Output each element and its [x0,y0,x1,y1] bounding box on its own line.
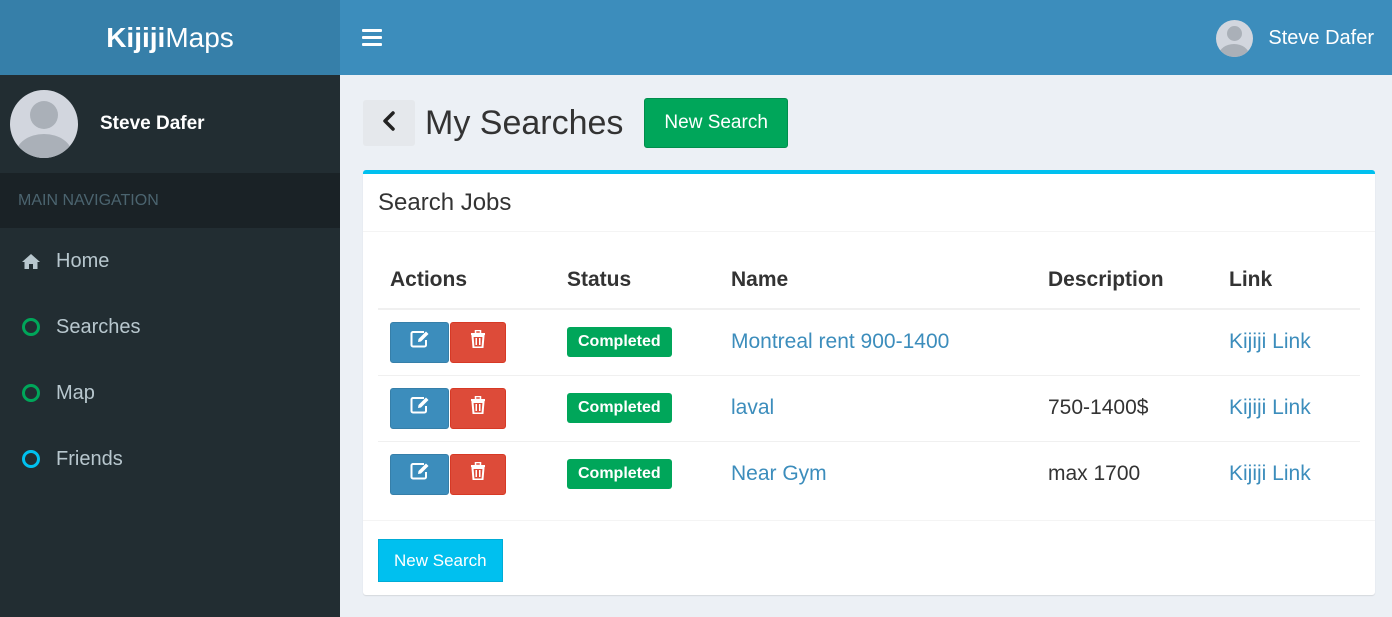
name-cell: laval [719,375,1036,442]
page-title: My Searches [425,103,624,142]
search-jobs-box: Search Jobs Actions Status Name Descript… [363,170,1375,595]
sidebar-user-name: Steve Dafer [100,113,205,134]
trash-icon [470,395,486,420]
top-navbar: Steve Dafer [340,0,1392,75]
new-search-button[interactable]: New Search [644,98,788,148]
actions-cell [378,375,555,442]
table-row: Completed Montreal rent 900-1400 Kijiji … [378,309,1360,376]
actions-cell [378,309,555,376]
column-header: Actions [378,252,555,310]
logo-bold-text: Kijiji [106,21,166,53]
search-name-link[interactable]: Near Gym [731,462,827,485]
status-cell: Completed [555,441,719,507]
kijiji-link[interactable]: Kijiji Link [1229,462,1311,485]
sidebar-item-map[interactable]: Map [0,360,340,426]
description-cell: 750-1400$ [1036,375,1217,442]
delete-button[interactable] [450,387,506,429]
user-panel: Steve Dafer [0,75,340,173]
link-cell: Kijiji Link [1217,375,1360,442]
name-cell: Near Gym [719,441,1036,507]
edit-button[interactable] [390,321,449,363]
sidebar-item-label: Map [56,381,95,404]
edit-icon [410,462,430,486]
avatar [10,90,78,158]
column-header: Name [719,252,1036,310]
search-jobs-table: Actions Status Name Description Link Com… [378,252,1360,507]
sidebar-item-label: Searches [56,315,141,338]
column-header: Status [555,252,719,310]
sidebar: Kijiji Maps Steve Dafer MAIN NAVIGATION H… [0,0,340,617]
sidebar-item-home[interactable]: Home [0,228,340,294]
edit-button[interactable] [390,453,449,495]
column-header: Description [1036,252,1217,310]
kijiji-link[interactable]: Kijiji Link [1229,396,1311,419]
link-cell: Kijiji Link [1217,309,1360,376]
edit-icon [410,396,430,420]
home-icon [20,253,42,270]
link-cell: Kijiji Link [1217,441,1360,507]
content-header: My Searches New Search [363,98,788,148]
status-badge: Completed [567,393,672,423]
edit-icon [410,330,430,354]
header-user-name: Steve Dafer [1268,27,1374,49]
circle-aqua-icon [20,450,42,468]
sidebar-item-searches[interactable]: Searches [0,294,340,360]
status-cell: Completed [555,375,719,442]
kijiji-link[interactable]: Kijiji Link [1229,330,1311,353]
chevron-left-icon [382,110,396,136]
delete-button[interactable] [450,453,506,495]
description-cell [1036,309,1217,376]
user-menu[interactable]: Steve Dafer [1216,20,1374,57]
sidebar-item-label: Friends [56,447,123,470]
back-button[interactable] [363,100,415,146]
circle-green-icon [20,318,42,336]
edit-button[interactable] [390,387,449,429]
circle-green-icon [20,384,42,402]
logo-light-text: Maps [165,21,234,53]
box-title: Search Jobs [363,174,1375,232]
table-header-row: Actions Status Name Description Link [378,252,1360,310]
trash-icon [470,330,486,354]
description-cell: max 1700 [1048,462,1141,486]
box-footer: New Search [363,520,1375,595]
search-name-link[interactable]: Montreal rent 900-1400 [731,330,949,353]
actions-cell [378,441,555,507]
table-row: Completed laval 750-1400$ Kijiji Link [378,375,1360,442]
footer-new-search-button[interactable]: New Search [378,539,503,582]
trash-icon [470,462,486,486]
nav-header: MAIN NAVIGATION [0,173,340,228]
hamburger-menu-icon[interactable] [362,29,382,46]
sidebar-item-label: Home [56,249,110,272]
app-logo[interactable]: Kijiji Maps [0,0,340,75]
name-cell: Montreal rent 900-1400 [719,309,1036,376]
status-badge: Completed [567,459,672,490]
column-header: Link [1217,252,1360,310]
avatar [1216,20,1254,57]
delete-button[interactable] [450,321,506,363]
status-badge: Completed [567,327,672,358]
status-cell: Completed [555,309,719,376]
search-name-link[interactable]: laval [731,396,774,419]
table-row: Completed Near Gym max 1700 Kijiji Link [378,441,1360,507]
sidebar-item-friends[interactable]: Friends [0,426,340,492]
